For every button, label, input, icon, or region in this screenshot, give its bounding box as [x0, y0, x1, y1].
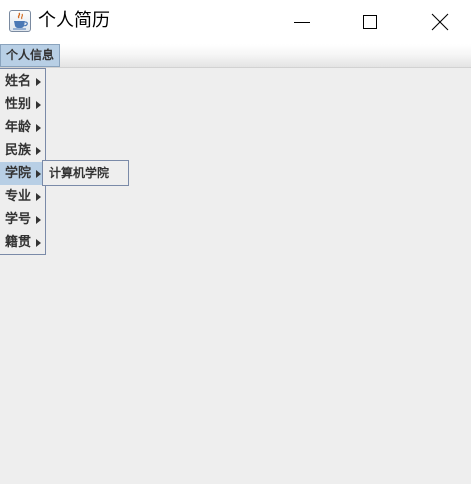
submenu-arrow-icon [36, 239, 41, 247]
menu-item-student-id[interactable]: 学号 [0, 208, 45, 231]
maximize-button[interactable] [347, 0, 393, 44]
menu-item-label: 民族 [5, 143, 32, 158]
menu-item-ethnicity[interactable]: 民族 [0, 139, 45, 162]
submenu-arrow-icon [36, 101, 41, 109]
menu-item-native-place[interactable]: 籍贯 [0, 231, 45, 254]
close-icon [431, 13, 449, 31]
menu-item-label: 年龄 [5, 120, 32, 135]
window-title: 个人简历 [38, 10, 110, 31]
submenu-item-computer-college[interactable]: 计算机学院 [49, 161, 109, 185]
menu-item-label: 姓名 [5, 74, 32, 89]
maximize-icon [363, 15, 377, 29]
menu-item-age[interactable]: 年龄 [0, 116, 45, 139]
close-button[interactable] [417, 0, 463, 44]
menu-item-label: 学号 [5, 212, 32, 227]
minimize-button[interactable] [279, 0, 325, 44]
submenu-arrow-icon [36, 216, 41, 224]
title-bar[interactable]: 个人简历 [0, 0, 471, 44]
menu-item-label: 性别 [5, 97, 32, 112]
submenu-arrow-icon [36, 78, 41, 86]
submenu-arrow-icon [36, 170, 41, 178]
menu-bar: 个人信息 [0, 44, 471, 68]
submenu-arrow-icon [36, 124, 41, 132]
submenu-arrow-icon [36, 147, 41, 155]
college-submenu: 计算机学院 [42, 160, 129, 186]
menu-item-label: 学院 [5, 166, 32, 181]
popup-menu: 姓名 性别 年龄 民族 学院 专业 学号 籍贯 [0, 68, 46, 255]
java-coffee-cup-icon[interactable] [9, 10, 31, 32]
menu-item-gender[interactable]: 性别 [0, 93, 45, 116]
menu-item-label: 专业 [5, 189, 32, 204]
menu-personal-info[interactable]: 个人信息 [0, 44, 61, 67]
menu-item-label: 籍贯 [5, 235, 32, 250]
menu-item-college[interactable]: 学院 [0, 162, 45, 185]
submenu-arrow-icon [36, 193, 41, 201]
minimize-icon [294, 22, 310, 23]
menu-item-name[interactable]: 姓名 [0, 70, 45, 93]
menu-item-major[interactable]: 专业 [0, 185, 45, 208]
